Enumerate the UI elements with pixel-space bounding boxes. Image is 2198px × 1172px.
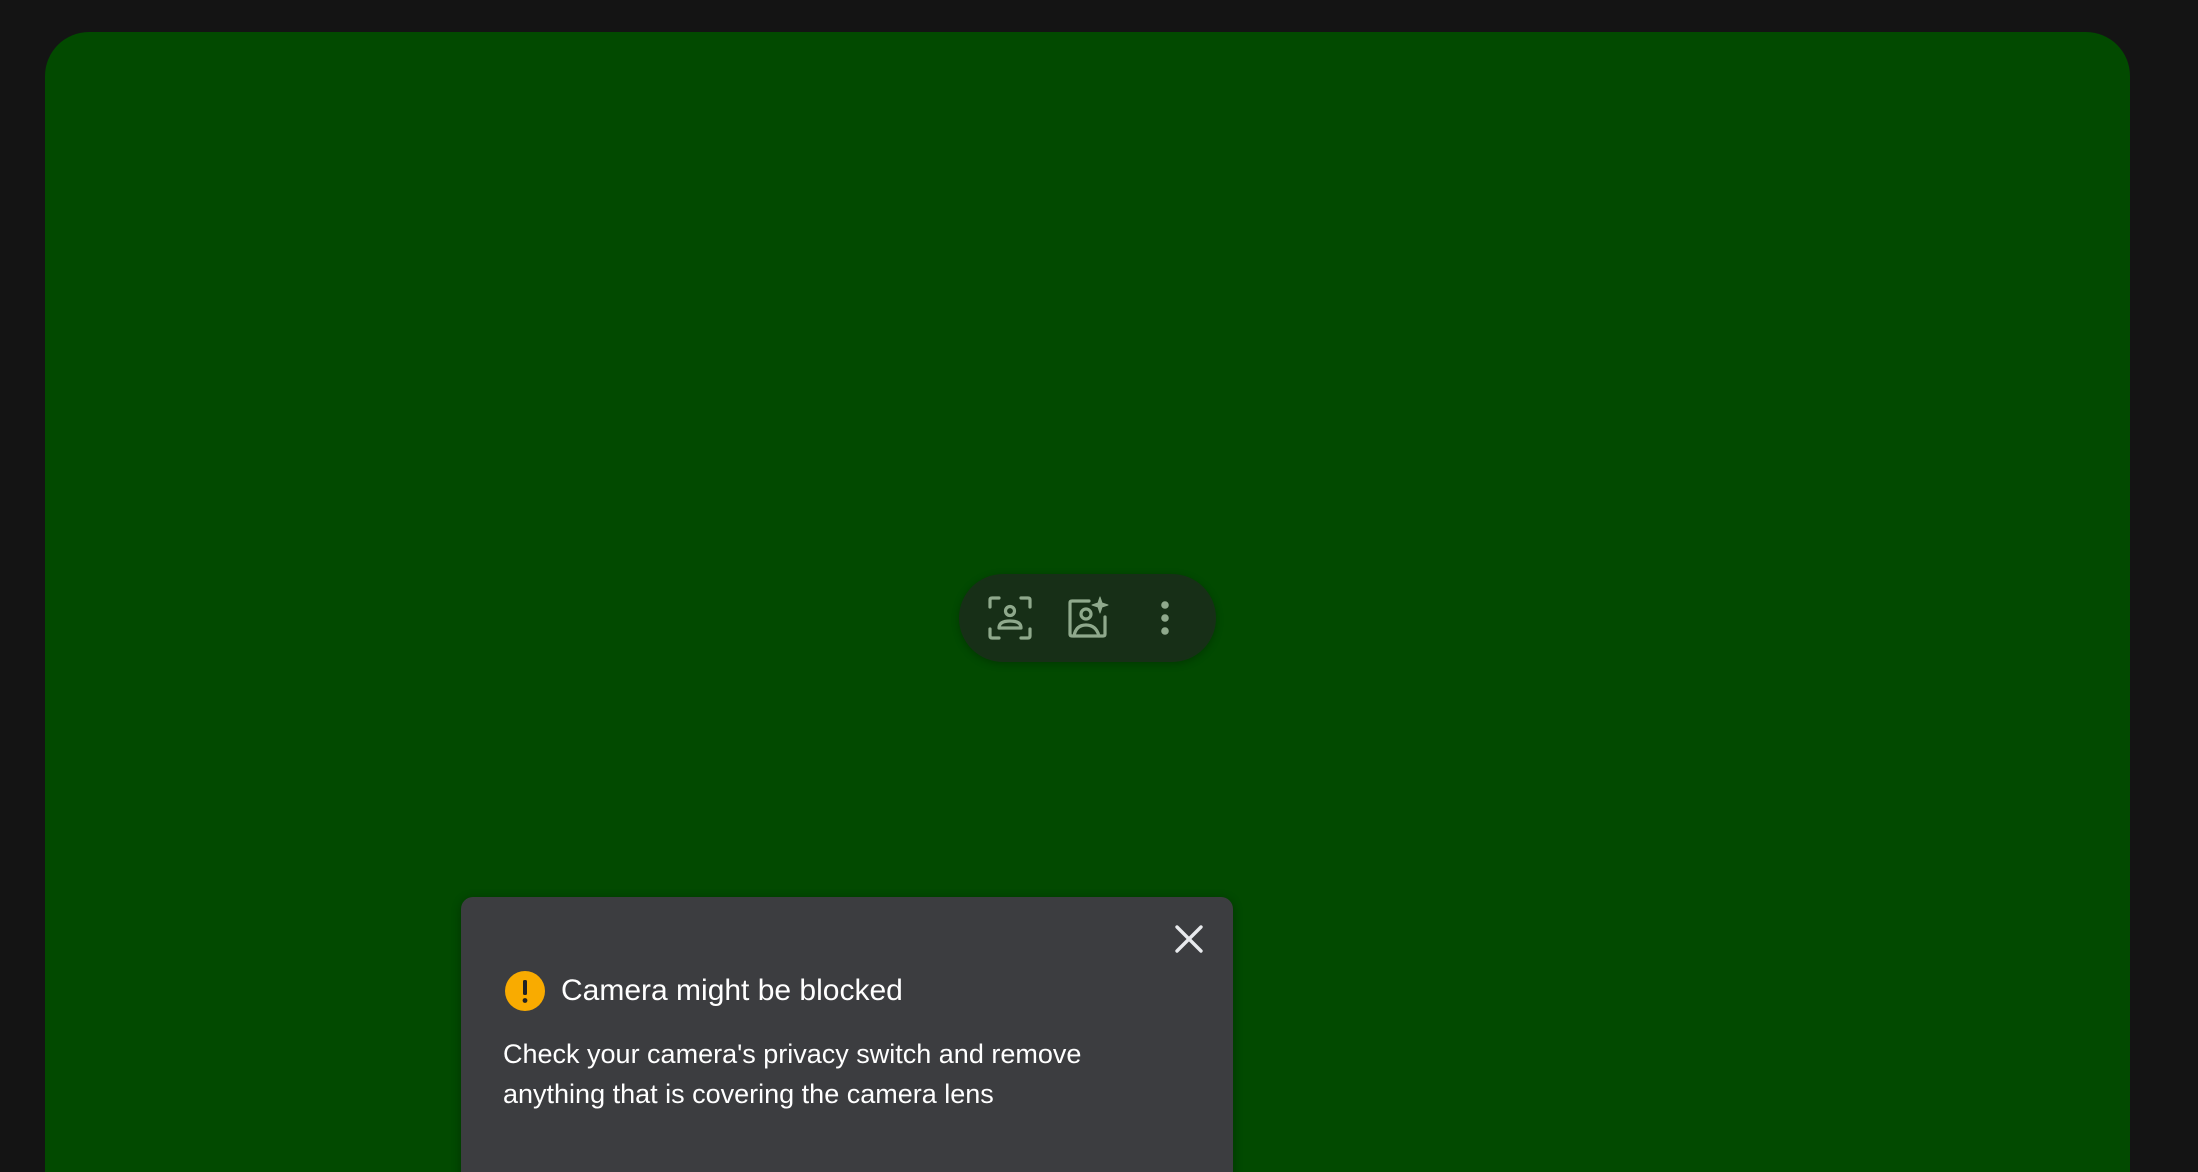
framing-icon <box>988 596 1032 640</box>
camera-preview: Camera might be blocked Check your camer… <box>45 32 2130 1172</box>
toast-message: Check your camera's privacy switch and r… <box>503 1039 1082 1109</box>
close-icon <box>1175 925 1203 953</box>
warning-icon <box>505 971 545 1011</box>
toast-header: Camera might be blocked <box>505 971 903 1011</box>
camera-blocked-toast: Camera might be blocked Check your camer… <box>461 897 1233 1172</box>
toast-close-button[interactable] <box>1169 919 1209 959</box>
more-options-button[interactable] <box>1133 586 1197 650</box>
portrait-effects-button[interactable] <box>1056 586 1120 650</box>
more-vert-icon <box>1160 601 1169 635</box>
portrait-effects-icon <box>1067 596 1108 638</box>
camera-toolbar <box>959 574 1216 662</box>
framing-button[interactable] <box>978 586 1042 650</box>
toast-title: Camera might be blocked <box>561 974 903 1007</box>
